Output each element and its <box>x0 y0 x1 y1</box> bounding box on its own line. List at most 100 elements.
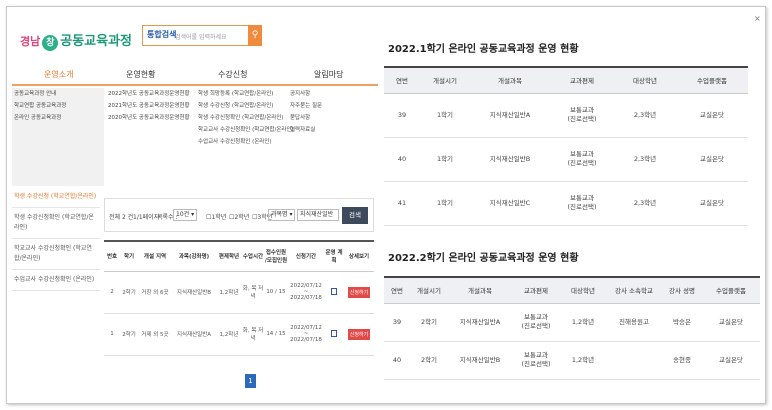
logo-badge: 창 <box>42 35 59 51</box>
submenu-item[interactable]: 공동교육과정 안내 <box>12 88 104 100</box>
nav-status[interactable]: 운영현황 <box>126 69 155 80</box>
table-cell: 교실온닷 <box>702 303 760 342</box>
table-cell: 1,2학년 <box>560 303 606 342</box>
submenu-item[interactable]: 2021학년도 공동교육과정운영현황 <box>106 100 194 112</box>
submenu-item[interactable]: 학교교사 수강신청확인 (학교연합/온라인) <box>196 124 294 136</box>
table-cell: 지식재산일반B <box>470 137 550 182</box>
table-header-cell: 대상학년 <box>614 66 676 94</box>
table-header-cell: 연번 <box>384 66 420 94</box>
side-nav-item-enroll-check[interactable]: 학생 수강신청확인 (학교연합/온라인) <box>12 208 100 239</box>
table-cell: 보통교과 (진로선택) <box>512 341 560 380</box>
cell-no: 2 <box>104 271 120 314</box>
table-header: 연번 개설시기 개설과목 교과편제 대상학년 강사 소속학교 강사 성명 수업플랫폼 <box>384 276 760 304</box>
col-detail: 상세보기 <box>344 240 374 272</box>
submenu-item[interactable]: 협력자료실 <box>288 124 378 136</box>
table-cell: 지식재산일반C <box>470 181 550 226</box>
cell-grade: 1,2학년 <box>216 313 242 356</box>
table-cell <box>606 341 662 380</box>
table-cell: 진해용원고 <box>606 303 662 342</box>
col-subject: 과목(강좌명) <box>172 240 216 272</box>
table-header-cell: 개설과목 <box>448 276 512 304</box>
cell-region: 거제 외 5곳 <box>138 313 172 356</box>
side-nav-item-enroll[interactable]: 학생 수강신청 (학교연합/온라인) <box>12 187 100 208</box>
submenu-item[interactable]: 수업교사 수강신청확인 (온라인) <box>196 136 286 148</box>
table-cell: 2학기 <box>410 303 448 342</box>
status-table-2: 연번 개설시기 개설과목 교과편제 대상학년 강사 소속학교 강사 성명 수업플랫폼 39 2학… <box>384 276 760 380</box>
grade1-checkbox[interactable]: ☐1학년 <box>206 212 226 221</box>
table-cell: 교실온닷 <box>676 137 748 182</box>
table-row[interactable]: 1 2학기 거제 외 5곳 지식재산일반A 1,2학년 화, 목 저녁 14 /… <box>104 313 374 356</box>
table-cell: 40 <box>384 341 410 380</box>
table-cell: 교실온닷 <box>676 93 748 138</box>
table-cell: 41 <box>384 181 420 226</box>
page-info: 1/1페이지 <box>133 214 160 221</box>
side-nav-item-class-teacher[interactable]: 수업교사 수강신청확인 (온라인) <box>12 270 100 291</box>
pagination-page[interactable]: 1 <box>245 374 256 388</box>
close-icon[interactable]: × <box>754 14 761 23</box>
table-header-cell: 수업플랫폼 <box>702 276 760 304</box>
grade2-checkbox[interactable]: ☐2학년 <box>229 212 249 221</box>
search-icon: ⚲ <box>251 30 259 40</box>
document-icon[interactable] <box>331 287 337 295</box>
table-cell: 보통교과 (진로선택) <box>550 181 614 226</box>
search-box[interactable]: 통합검색 검색어를 입력하세요 <box>142 25 250 46</box>
submenu-col-status: 2022학년도 공동교육과정운영현황 2021학년도 공동교육과정운영현황 20… <box>106 88 194 186</box>
table-cell: 2,3학년 <box>614 137 676 182</box>
per-page-value: 10건 <box>176 211 190 218</box>
status-title-1: 2022.1학기 온라인 공동교육과정 운영 현황 <box>388 44 579 55</box>
submenu-item[interactable]: 학생 희망등록 (학교연합/온라인) <box>196 88 286 100</box>
table-cell: 보통교과 (진로선택) <box>512 303 560 342</box>
cell-subject[interactable]: 지식재산일반A <box>172 313 216 356</box>
search-type-select[interactable]: 과목명 ▾ <box>268 209 296 221</box>
search-input[interactable]: 검색어를 입력하세요 <box>175 32 227 41</box>
search-button[interactable]: ⚲ <box>248 25 262 46</box>
table-header-cell: 개설시기 <box>410 276 448 304</box>
side-nav: 학생 수강신청 (학교연합/온라인) 학생 수강신청확인 (학교연합/온라인) … <box>12 187 100 291</box>
submenu-item[interactable]: 학교연합 공동교육과정 <box>12 100 104 112</box>
apply-button[interactable]: 신청하기 <box>347 328 371 340</box>
nav-about[interactable]: 운영소개 <box>44 69 73 80</box>
submenu: 공동교육과정 안내 학교연합 공동교육과정 온라인 공동교육과정 2022학년도… <box>12 88 378 186</box>
nav-notice[interactable]: 알림마당 <box>314 69 343 80</box>
status-title-2: 2022.2학기 온라인 공동교육과정 운영 현황 <box>388 253 579 264</box>
keyword-input[interactable]: 지식재산일반 <box>297 209 339 221</box>
grade1-label: 1학년 <box>211 214 227 221</box>
cell-subject[interactable]: 지식재산일반B <box>172 271 216 314</box>
table-cell: 40 <box>384 137 420 182</box>
table-row: 39 2학기 지식재산일반A 보통교과 (진로선택) 1,2학년 진해용원고 박승은 교실온닷 <box>384 303 760 342</box>
total-count: 전체 2 건 <box>109 214 134 221</box>
table-row[interactable]: 2 2학기 거창 외 6곳 지식재산일반B 1,2학년 화, 목 저녁 10 /… <box>104 271 374 314</box>
table-header-cell: 연번 <box>384 276 410 304</box>
nav-enroll[interactable]: 수강신청 <box>218 69 247 80</box>
side-nav-item-school-teacher[interactable]: 학교교사 수강신청확인 (학교연합/온라인) <box>12 239 100 270</box>
document-icon[interactable] <box>331 329 337 337</box>
course-table: 번호 학기 개설 지역 과목(강좌명) 편제학년 수업시간 접수인원 /모집인원… <box>104 240 374 356</box>
table-cell: 1학기 <box>420 93 470 138</box>
apply-button[interactable]: 신청하기 <box>347 286 371 298</box>
cell-plan <box>324 271 344 314</box>
submenu-item[interactable]: 묻답사항 <box>288 112 378 124</box>
submenu-item[interactable]: 공지사항 <box>288 88 378 100</box>
table-header-cell: 개설시기 <box>420 66 470 94</box>
submenu-item[interactable]: 학생 수강신청확인 (학교연합/온라인) <box>196 112 286 124</box>
filter-bar: 전체 2 건 1/1페이지 목록수 : 10건 ▾ ☐1학년 ☐2학년 ☐3학년… <box>104 198 374 232</box>
table-header-cell: 수업플랫폼 <box>676 66 748 94</box>
col-period: 신청기간 <box>288 240 324 272</box>
cell-plan <box>324 313 344 356</box>
col-no: 번호 <box>104 240 120 272</box>
submenu-item[interactable]: 자주묻는 질문 <box>288 100 378 112</box>
col-time: 수업시간 <box>242 240 264 272</box>
submenu-item[interactable]: 학생 수강신청 (학교연합/온라인) <box>196 100 286 112</box>
cell-term: 2학기 <box>120 271 138 314</box>
table-cell: 1,2학년 <box>560 341 606 380</box>
submenu-item[interactable]: 2020학년도 공동교육과정운영현황 <box>106 112 194 124</box>
site-logo[interactable]: 경남 창 공동교육과정 <box>20 30 132 51</box>
table-header: 연번 개설시기 개설과목 교과편제 대상학년 수업플랫폼 <box>384 66 748 94</box>
table-cell: 39 <box>384 93 420 138</box>
submenu-item[interactable]: 온라인 공동교육과정 <box>12 112 104 124</box>
submenu-item[interactable]: 2022학년도 공동교육과정운영현황 <box>106 88 194 100</box>
per-page-select[interactable]: 10건 ▾ <box>173 209 198 221</box>
table-row: 41 1학기 지식재산일반C 보통교과 (진로선택) 2,3학년 교실온닷 <box>384 181 748 226</box>
filter-search-button[interactable]: 검색 <box>342 207 368 224</box>
table-header-cell: 강사 성명 <box>662 276 702 304</box>
